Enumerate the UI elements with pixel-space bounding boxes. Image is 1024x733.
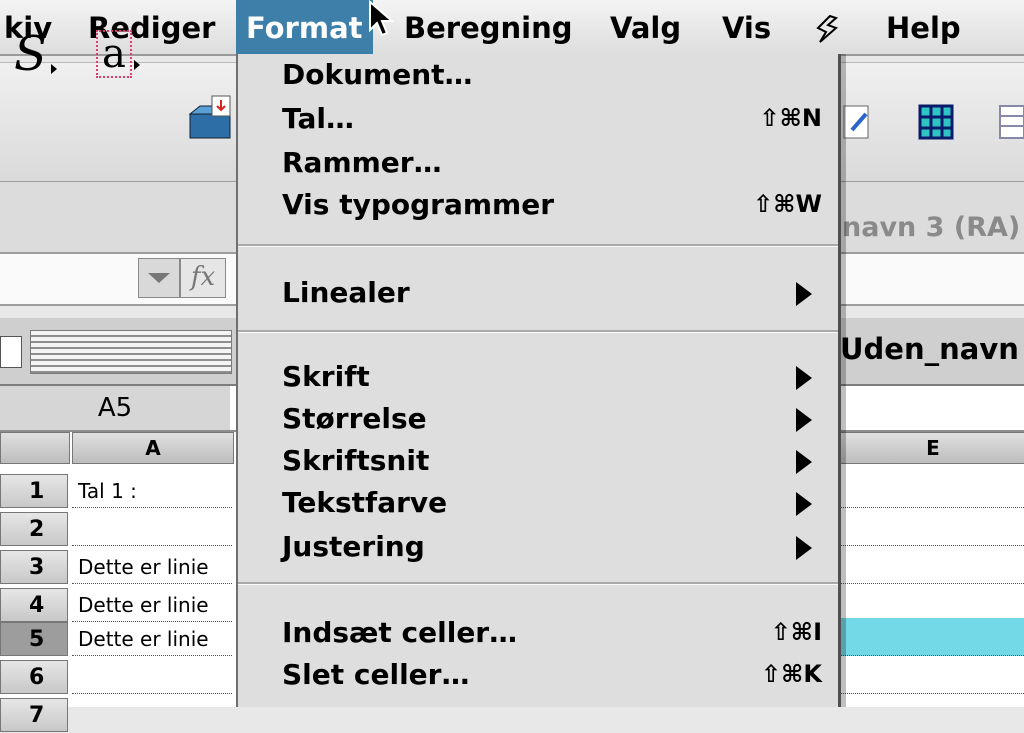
textbox-tool-button[interactable]: a (96, 30, 140, 78)
menu-separator (238, 244, 838, 247)
open-folder-icon[interactable] (186, 94, 234, 144)
row-header[interactable]: 2 (0, 512, 68, 546)
menu-item-skrift[interactable]: Skrift (282, 360, 370, 393)
menu-separator (238, 330, 838, 333)
formula-dropdown-button[interactable] (138, 258, 180, 298)
table-cell-selected[interactable] (840, 618, 1024, 656)
table-cell[interactable] (840, 588, 1024, 622)
script-menu-icon[interactable] (812, 14, 842, 50)
tab-checkbox[interactable] (0, 336, 22, 368)
submenu-arrow-icon (796, 282, 812, 306)
menu-beregning[interactable]: Beregning (404, 0, 573, 54)
mouse-cursor-icon (369, 0, 395, 37)
menu-vis[interactable]: Vis (722, 0, 771, 54)
menu-item-skriftsnit[interactable]: Skriftsnit (282, 444, 429, 477)
menu-item-vis-typogrammer[interactable]: Vis typogrammer (282, 188, 554, 221)
document-title: navn 3 (RA) (842, 212, 1021, 243)
shortcut-indsaet-celler: ⇧⌘I (770, 618, 822, 646)
submenu-arrow-icon (796, 408, 812, 432)
menu-item-tekstfarve[interactable]: Tekstfarve (282, 486, 447, 519)
table-cell[interactable] (840, 550, 1024, 584)
menu-item-dokument[interactable]: Dokument… (282, 58, 473, 91)
tab-scroll-handle[interactable] (30, 330, 232, 374)
corner-header[interactable] (0, 432, 70, 464)
menu-item-linealer[interactable]: Linealer (282, 276, 410, 309)
cell-reference[interactable]: A5 (0, 386, 230, 430)
column-header-e[interactable]: E (840, 432, 1024, 464)
row-header[interactable]: 4 (0, 588, 68, 622)
submenu-arrow-icon (796, 492, 812, 516)
table-grid-icon[interactable] (916, 102, 956, 142)
table-lines-icon[interactable] (996, 102, 1024, 142)
table-cell[interactable]: Tal 1 : (72, 474, 232, 508)
row-header[interactable]: 6 (0, 660, 68, 694)
menu-item-storrelse[interactable]: Størrelse (282, 402, 427, 435)
shortcut-slet-celler: ⇧⌘K (761, 660, 822, 688)
submenu-arrow-icon (796, 366, 812, 390)
submenu-arrow-icon (796, 450, 812, 474)
document-edit-icon[interactable] (838, 102, 878, 142)
row-header[interactable]: 7 (0, 698, 68, 732)
column-header-a[interactable]: A (72, 432, 234, 464)
table-cell[interactable] (840, 512, 1024, 546)
table-cell[interactable] (840, 660, 1024, 694)
menu-item-tal[interactable]: Tal… (282, 102, 354, 135)
row-header[interactable]: 3 (0, 550, 68, 584)
shortcut-tal: ⇧⌘N (759, 104, 822, 132)
sheet-tab[interactable]: Uden_navn (840, 332, 1019, 366)
table-cell[interactable]: Dette er linie (72, 588, 232, 622)
menu-item-indsaet-celler[interactable]: Indsæt celler… (282, 616, 517, 649)
menu-bar: kiv Rediger Format Beregning Valg Vis He… (0, 0, 1024, 56)
table-cell-selected[interactable]: Dette er linie (72, 622, 232, 656)
row-header-selected[interactable]: 5 (0, 622, 68, 656)
menu-item-rammer[interactable]: Rammer… (282, 146, 442, 179)
submenu-arrow-icon (796, 536, 812, 560)
table-cell[interactable] (72, 512, 232, 546)
menu-valg[interactable]: Valg (610, 0, 681, 54)
table-cell[interactable] (72, 660, 232, 694)
row-header[interactable]: 1 (0, 474, 68, 508)
shortcut-vis-typogrammer: ⇧⌘W (753, 190, 822, 218)
function-icon[interactable]: fx (180, 258, 226, 298)
menu-format[interactable]: Format (236, 0, 373, 54)
table-cell[interactable] (840, 474, 1024, 508)
table-cell[interactable]: Dette er linie (72, 550, 232, 584)
menu-help[interactable]: Help (886, 0, 961, 54)
menu-item-justering[interactable]: Justering (282, 530, 425, 563)
menu-separator (238, 582, 838, 585)
style-tool-button[interactable]: S (14, 28, 57, 80)
format-menu: Dokument… Tal… ⇧⌘N Rammer… Vis typogramm… (236, 54, 841, 707)
menu-item-slet-celler[interactable]: Slet celler… (282, 658, 469, 691)
